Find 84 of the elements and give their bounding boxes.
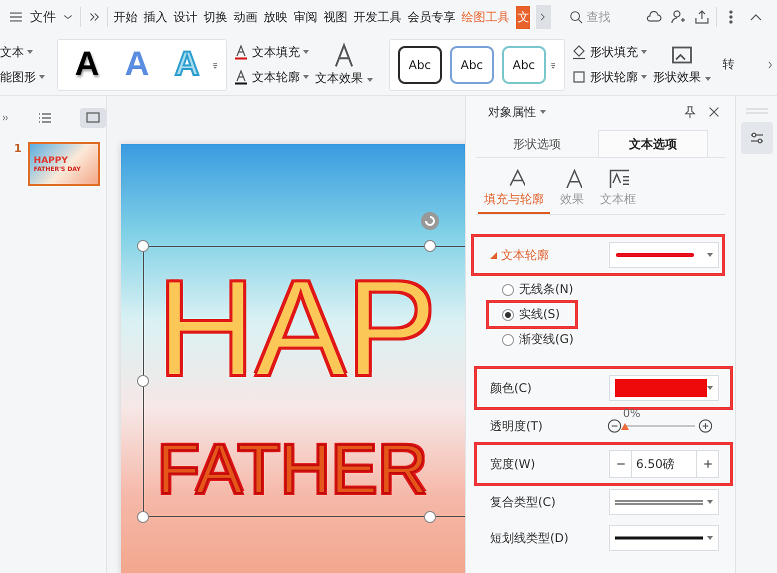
caret-icon: [707, 500, 713, 504]
width-value: 6.50磅: [635, 456, 676, 473]
caret-icon: [707, 536, 713, 540]
caret-icon: [540, 110, 546, 114]
expand-triangle-icon: [490, 252, 497, 258]
ribbon-tab[interactable]: 开始: [114, 8, 138, 26]
caret-icon: [39, 75, 45, 79]
dash-type-dropdown[interactable]: [609, 525, 719, 551]
text-fill-icon: [233, 44, 249, 60]
shape-effect-button[interactable]: 形状效果: [652, 43, 711, 86]
field-label: 宽度(W): [490, 456, 536, 472]
shape-style-button[interactable]: 形状轮廓: [570, 68, 647, 86]
search-icon: [569, 10, 584, 24]
add-user-icon[interactable]: [668, 9, 686, 25]
resize-handle[interactable]: [424, 511, 436, 523]
text-style-button[interactable]: 文本填充: [233, 44, 309, 60]
slide-number: 1: [14, 142, 22, 157]
slide-heading: HAP: [157, 260, 437, 396]
shape-style-button[interactable]: 形状填充: [570, 44, 647, 60]
radio-button[interactable]: [502, 308, 514, 320]
ribbon-button[interactable]: 文本: [0, 44, 45, 60]
text-outline-icon: [233, 69, 249, 85]
resize-handle[interactable]: [137, 240, 149, 252]
resize-handle[interactable]: [137, 375, 149, 387]
pin-icon[interactable]: [683, 104, 697, 120]
width-stepper[interactable]: 6.50磅: [609, 450, 719, 478]
field-label: 复合类型(C): [490, 494, 556, 510]
panel-tab[interactable]: 形状选项: [482, 130, 592, 157]
ribbon-button[interactable]: 能图形: [0, 68, 45, 86]
field-label: 颜色(C): [490, 380, 532, 396]
slide-subheading: FATHER: [157, 434, 428, 504]
ribbon-tab[interactable]: 视图: [324, 8, 348, 26]
panel-tab[interactable]: 文本选项: [598, 130, 708, 157]
radio-button[interactable]: [502, 334, 514, 346]
text-effect-button[interactable]: 文本效果: [315, 42, 373, 87]
caret-icon: [303, 75, 309, 79]
radio-option[interactable]: 实线(S): [476, 302, 725, 327]
slide-view-button[interactable]: [80, 108, 106, 128]
caret-icon: [366, 78, 373, 82]
text-style-button[interactable]: 文本轮廓: [233, 68, 309, 86]
shape-style[interactable]: Abc: [450, 46, 494, 84]
resize-handle[interactable]: [137, 511, 149, 523]
panel-title[interactable]: 对象属性: [488, 104, 546, 120]
caret-icon: [707, 253, 713, 257]
radio-option[interactable]: 无线条(N): [476, 277, 725, 302]
ribbon-tab[interactable]: 插入: [144, 8, 168, 26]
ribbon-tab[interactable]: 开发工具: [354, 8, 402, 26]
caret-icon: [704, 77, 711, 81]
field-label: 透明度(T): [490, 418, 543, 434]
thumbnail-title: HAPPY: [34, 156, 69, 166]
wordart-style[interactable]: A: [62, 45, 112, 84]
caret-icon: [640, 50, 647, 54]
plus-icon: [702, 459, 712, 469]
ribbon-tab[interactable]: 放映: [264, 8, 288, 26]
properties-button[interactable]: [740, 122, 772, 154]
slider-reading: 0%: [623, 406, 640, 420]
ribbon-button[interactable]: 转: [722, 56, 735, 73]
shape-style[interactable]: Abc: [502, 46, 546, 84]
caret-icon: [27, 50, 33, 54]
ribbon-tab[interactable]: 动画: [234, 8, 258, 26]
radio-option[interactable]: 渐变线(G): [476, 327, 725, 352]
minus-circle-icon[interactable]: [607, 418, 622, 434]
ribbon-tab[interactable]: 会员专享: [408, 8, 456, 26]
line-style-dropdown[interactable]: [609, 242, 719, 268]
ribbon-tab[interactable]: 切换: [204, 8, 228, 26]
share-icon[interactable]: [692, 9, 710, 25]
shape-outline-icon: [570, 69, 587, 85]
caret-icon: [640, 75, 647, 79]
caret-icon: [303, 50, 309, 54]
field-label: 短划线类型(D): [490, 530, 569, 546]
slider-thumb[interactable]: [621, 422, 629, 430]
resize-handle[interactable]: [424, 240, 436, 252]
file-menu[interactable]: 文件: [30, 8, 56, 26]
drag-handle-icon: [746, 108, 768, 114]
compound-type-dropdown[interactable]: [609, 489, 719, 515]
color-dropdown[interactable]: [609, 375, 719, 401]
ribbon-tab[interactable]: 审阅: [294, 8, 318, 26]
plus-circle-icon[interactable]: [698, 418, 713, 434]
shape-style[interactable]: Abc: [398, 46, 442, 84]
text-box-icon: [607, 168, 629, 188]
ribbon-tab[interactable]: 设计: [174, 8, 198, 26]
rotate-handle[interactable]: [421, 212, 439, 230]
caret-icon: [707, 386, 713, 390]
radio-button[interactable]: [502, 284, 514, 296]
